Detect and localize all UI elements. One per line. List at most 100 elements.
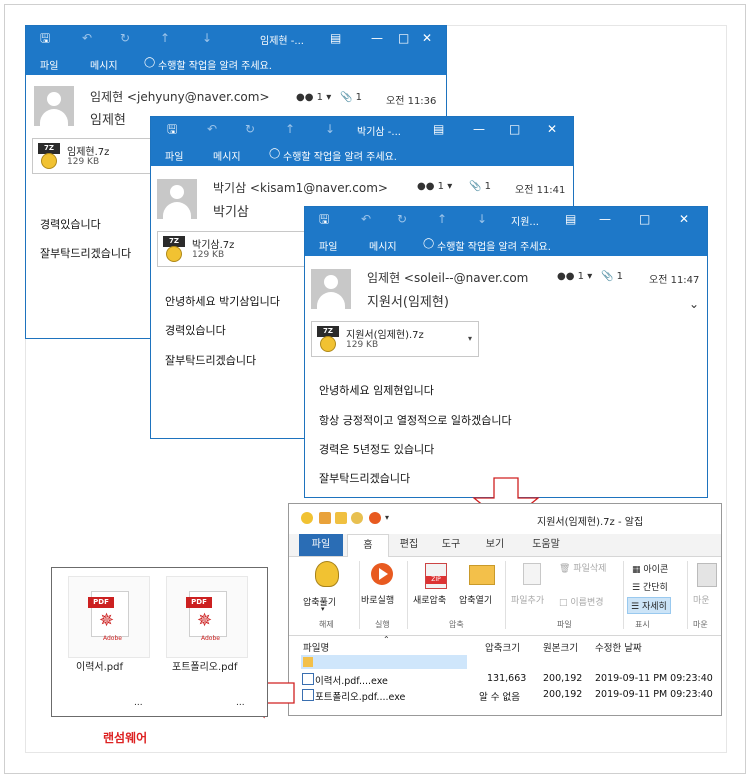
tab-view[interactable]: 보기	[475, 534, 515, 556]
minimize-icon[interactable]: —	[371, 31, 383, 45]
attachment-dropdown-icon[interactable]: ▾	[468, 334, 472, 343]
tell-me-box[interactable]: 수행할 작업을 알려 주세요.	[158, 57, 272, 72]
ribbon-display-icon[interactable]: ▤	[433, 122, 444, 136]
ribbon-display-icon[interactable]: ▤	[330, 31, 341, 45]
tab-home[interactable]: 홈	[347, 534, 389, 558]
view-icon-button[interactable]: ▦ 아이콘	[629, 561, 671, 576]
mount-button[interactable]: 마운	[693, 593, 710, 606]
maximize-icon[interactable]: □	[509, 122, 520, 136]
save-icon[interactable]: 🖫	[319, 212, 329, 226]
up-arrow-icon[interactable]: ↑	[437, 212, 447, 226]
extract-button[interactable]: 압축풀기	[303, 595, 336, 608]
menu-file[interactable]: 파일	[40, 57, 58, 72]
maximize-icon[interactable]: □	[398, 31, 409, 45]
body-line: 잘부탁드리겠습니다	[319, 472, 411, 485]
attachment[interactable]: 7Z 지원서(임제현).7z 129 KB ▾	[311, 321, 479, 357]
acrobat-icon: ✵	[99, 610, 115, 631]
tab-file[interactable]: 파일	[299, 534, 343, 556]
down-arrow-icon[interactable]: ↓	[202, 31, 212, 45]
menu-message[interactable]: 메시지	[369, 238, 397, 253]
minimize-icon[interactable]: —	[599, 212, 611, 226]
extract-dropdown-icon[interactable]: ▾	[321, 605, 325, 613]
undo-icon[interactable]: ↶	[361, 212, 371, 226]
list-item[interactable]: 이력서.pdf....exe 131,663 200,192 2019-09-1…	[289, 672, 721, 687]
attachment-count[interactable]: 📎 1	[469, 181, 491, 192]
run-button[interactable]: 바로실행	[361, 593, 394, 606]
play-triangle-icon	[379, 568, 388, 580]
minimize-icon[interactable]: —	[473, 122, 485, 136]
sender: 박기삼 <kisam1@naver.com>	[213, 181, 388, 195]
file-name: 이력서.pdf	[76, 662, 123, 673]
maximize-icon[interactable]: □	[639, 212, 650, 226]
menu-file[interactable]: 파일	[165, 148, 183, 163]
tell-me-box[interactable]: 수행할 작업을 알려 주세요.	[283, 148, 397, 163]
list-item[interactable]	[289, 655, 721, 670]
pdf-file-tile[interactable]: PDF ✵ Adobe	[166, 576, 248, 658]
archive-title-bar: ▾ 지원서(임제현).7z - 알집	[289, 504, 721, 534]
people-count[interactable]: ●● 1 ▾	[417, 181, 452, 192]
up-arrow-icon[interactable]: ↑	[160, 31, 170, 45]
tab-edit[interactable]: 편집	[389, 534, 429, 556]
menu-file[interactable]: 파일	[319, 238, 337, 253]
people-count[interactable]: ●● 1 ▾	[296, 92, 331, 103]
file-name: 포트폴리오.pdf	[172, 662, 238, 673]
lightbulb-icon: ◯	[144, 57, 156, 68]
tab-tools[interactable]: 도구	[431, 534, 471, 556]
attachment-count[interactable]: 📎 1	[601, 271, 623, 282]
sent-time: 오전 11:47	[649, 275, 700, 286]
redo-icon[interactable]: ↻	[245, 122, 255, 136]
ribbon-display-icon[interactable]: ▤	[565, 212, 576, 226]
people-count[interactable]: ●● 1 ▾	[557, 271, 592, 282]
expand-chevron-icon[interactable]: ⌄	[689, 297, 699, 311]
column-name[interactable]: 파일명	[303, 640, 329, 654]
close-icon[interactable]: ✕	[679, 212, 689, 226]
down-arrow-icon[interactable]: ↓	[477, 212, 487, 226]
undo-icon[interactable]: ↶	[82, 31, 92, 45]
run-icon[interactable]	[369, 512, 381, 524]
attachment-size: 129 KB	[346, 340, 379, 350]
menu-message[interactable]: 메시지	[90, 57, 118, 72]
quick-access-dropdown-icon[interactable]: ▾	[385, 513, 397, 525]
rename-button[interactable]: □ 이름변경	[559, 595, 604, 608]
undo-icon[interactable]: ↶	[207, 122, 217, 136]
body-line: 경력있습니다	[40, 218, 101, 231]
new-archive-button[interactable]: 새로압축	[413, 593, 446, 606]
parent-folder-row	[301, 655, 467, 669]
column-original-size[interactable]: 원본크기	[543, 640, 578, 654]
pdf-file-tile[interactable]: PDF ✵ Adobe	[68, 576, 150, 658]
extract-icon[interactable]	[351, 512, 363, 524]
list-item[interactable]: 포트폴리오.pdf....exe 알 수 없음 200,192 2019-09-…	[289, 688, 721, 703]
lightbulb-icon: ◯	[269, 148, 281, 159]
close-icon[interactable]: ✕	[422, 31, 432, 45]
file-name: 포트폴리오.pdf....exe	[315, 692, 406, 703]
redo-icon[interactable]: ↻	[397, 212, 407, 226]
redo-icon[interactable]: ↻	[120, 31, 130, 45]
close-icon[interactable]: ✕	[547, 122, 557, 136]
body-line: 잘부탁드리겠습니다	[165, 354, 257, 367]
title-bar: 🖫 ↶ ↻ ↑ ↓ 지원... ▤ — □ ✕	[305, 207, 707, 233]
add-file-button[interactable]: 파일추가	[511, 593, 544, 606]
grid-icon: ▦	[632, 565, 641, 575]
menu-message[interactable]: 메시지	[213, 148, 241, 163]
open-folder-icon[interactable]	[335, 512, 347, 524]
paperclip-icon: 📎	[601, 271, 614, 282]
column-modified-date[interactable]: 수정한 날짜	[595, 640, 642, 654]
view-simple-button[interactable]: ☰ 간단히	[629, 579, 671, 594]
up-arrow-icon[interactable]: ↑	[285, 122, 295, 136]
column-packed-size[interactable]: 압축크기	[485, 640, 520, 654]
attachment-count[interactable]: 📎 1	[340, 92, 362, 103]
acrobat-icon: ✵	[197, 610, 213, 631]
open-archive-button[interactable]: 압축열기	[459, 593, 492, 606]
down-arrow-icon[interactable]: ↓	[325, 122, 335, 136]
attachment[interactable]: 7Z 박기삼.7z 129 KB	[157, 231, 309, 267]
tell-me-box[interactable]: 수행할 작업을 알려 주세요.	[437, 238, 551, 253]
paperclip-icon: 📎	[469, 181, 482, 192]
more-ellipsis: ...	[236, 698, 245, 708]
save-icon[interactable]: 🖫	[167, 122, 177, 136]
delete-file-button[interactable]: 🗑 파일삭제	[559, 561, 606, 574]
tab-help[interactable]: 도움말	[521, 534, 571, 556]
view-detail-button[interactable]: ☰ 자세히	[627, 597, 671, 614]
new-archive-icon[interactable]	[319, 512, 331, 524]
attachment-name: 지원서(임제현).7z	[346, 330, 424, 341]
save-icon[interactable]: 🖫	[40, 31, 50, 45]
